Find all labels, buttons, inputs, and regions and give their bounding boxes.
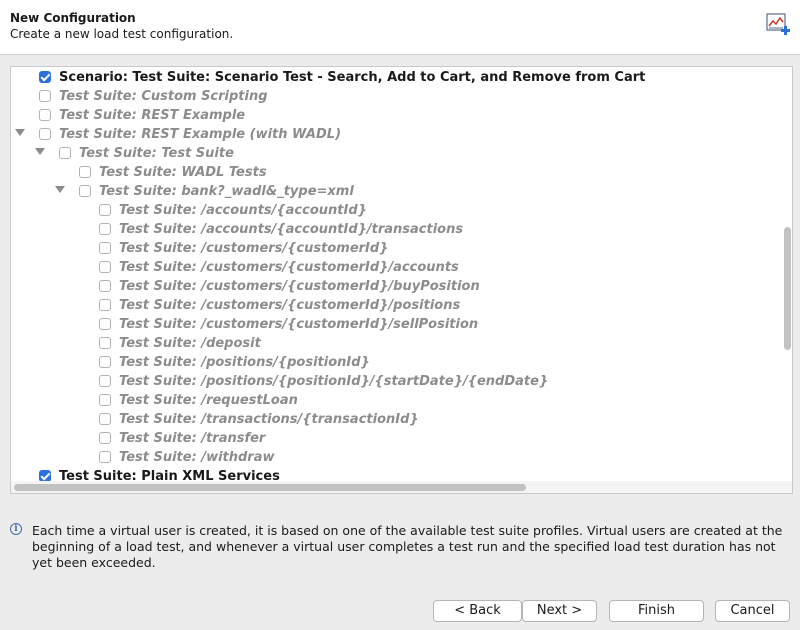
- tree-row[interactable]: Test Suite: /accounts/{accountId}: [11, 201, 783, 220]
- expand-triangle-icon[interactable]: [55, 186, 65, 193]
- tree-row[interactable]: Test Suite: WADL Tests: [11, 163, 783, 182]
- horizontal-scrollbar[interactable]: [14, 484, 526, 491]
- tree-row[interactable]: Test Suite: /positions/{positionId}: [11, 353, 783, 372]
- tree-row[interactable]: Test Suite: bank?_wadl&_type=xml: [11, 182, 783, 201]
- finish-button[interactable]: Finish: [609, 600, 704, 622]
- tree-checkbox[interactable]: [99, 375, 111, 387]
- tree-row[interactable]: Test Suite: Test Suite: [11, 144, 783, 163]
- tree-row-label: Scenario: Test Suite: Scenario Test - Se…: [59, 70, 646, 85]
- tree-checkbox[interactable]: [39, 90, 51, 102]
- tree-row[interactable]: Test Suite: REST Example: [11, 106, 783, 125]
- tree-checkbox[interactable]: [99, 204, 111, 216]
- tree-row-label: Test Suite: REST Example (with WADL): [59, 127, 342, 142]
- tree-row[interactable]: Test Suite: /customers/{customerId}/acco…: [11, 258, 783, 277]
- tree-row[interactable]: Test Suite: /transactions/{transactionId…: [11, 410, 783, 429]
- tree-checkbox[interactable]: [79, 185, 91, 197]
- tree-row-label: Test Suite: /deposit: [119, 336, 261, 351]
- tree-row[interactable]: Test Suite: /transfer: [11, 429, 783, 448]
- tree-rows: Scenario: Test Suite: Scenario Test - Se…: [11, 68, 783, 486]
- dialog-subtitle: Create a new load test configuration.: [10, 27, 234, 41]
- tree-row[interactable]: Test Suite: /requestLoan: [11, 391, 783, 410]
- tree-checkbox[interactable]: [99, 280, 111, 292]
- tree-row[interactable]: Test Suite: Custom Scripting: [11, 87, 783, 106]
- tree-checkbox[interactable]: [39, 128, 51, 140]
- tree-checkbox[interactable]: [99, 394, 111, 406]
- tree-row-label: Test Suite: /customers/{customerId}/sell…: [119, 317, 479, 332]
- tree-row-label: Test Suite: /transactions/{transactionId…: [119, 412, 419, 427]
- dialog-header: New Configuration Create a new load test…: [0, 0, 800, 55]
- tree-checkbox[interactable]: [99, 299, 111, 311]
- tree-row-label: Test Suite: /customers/{customerId}/buyP…: [119, 279, 480, 294]
- test-suite-tree[interactable]: Scenario: Test Suite: Scenario Test - Se…: [10, 66, 793, 494]
- tree-checkbox[interactable]: [59, 147, 71, 159]
- tree-row[interactable]: Test Suite: /customers/{customerId}/sell…: [11, 315, 783, 334]
- vertical-scrollbar[interactable]: [784, 227, 791, 350]
- tree-checkbox[interactable]: [99, 451, 111, 463]
- tree-row-label: Test Suite: /accounts/{accountId}: [119, 203, 367, 218]
- tree-row-label: Test Suite: WADL Tests: [99, 165, 267, 180]
- tree-checkbox[interactable]: [39, 71, 51, 83]
- tree-row[interactable]: Test Suite: /customers/{customerId}: [11, 239, 783, 258]
- tree-row-label: Test Suite: /positions/{positionId}/{sta…: [119, 374, 549, 389]
- tree-checkbox[interactable]: [99, 337, 111, 349]
- tree-checkbox[interactable]: [99, 356, 111, 368]
- tree-checkbox[interactable]: [79, 166, 91, 178]
- tree-row[interactable]: Test Suite: /deposit: [11, 334, 783, 353]
- dialog-title: New Configuration: [10, 11, 136, 25]
- tree-checkbox[interactable]: [39, 109, 51, 121]
- tree-row-label: Test Suite: /accounts/{accountId}/transa…: [119, 222, 464, 237]
- tree-checkbox[interactable]: [99, 432, 111, 444]
- tree-row-label: Test Suite: Custom Scripting: [59, 89, 268, 104]
- cancel-button[interactable]: Cancel: [715, 600, 790, 622]
- tree-checkbox[interactable]: [99, 413, 111, 425]
- tree-row-label: Test Suite: /customers/{customerId}/acco…: [119, 260, 459, 275]
- tree-row[interactable]: Test Suite: /positions/{positionId}/{sta…: [11, 372, 783, 391]
- tree-row[interactable]: Test Suite: /customers/{customerId}/posi…: [11, 296, 783, 315]
- expand-triangle-icon[interactable]: [35, 148, 45, 155]
- tree-row[interactable]: Test Suite: REST Example (with WADL): [11, 125, 783, 144]
- tree-row[interactable]: Scenario: Test Suite: Scenario Test - Se…: [11, 68, 783, 87]
- tree-row-label: Test Suite: /customers/{customerId}: [119, 241, 389, 256]
- tree-row[interactable]: Test Suite: /customers/{customerId}/buyP…: [11, 277, 783, 296]
- tree-row-label: Test Suite: bank?_wadl&_type=xml: [99, 184, 354, 199]
- tree-checkbox[interactable]: [99, 223, 111, 235]
- info-message: Each time a virtual user is created, it …: [32, 523, 783, 570]
- load-test-config-icon: [766, 13, 790, 35]
- tree-checkbox[interactable]: [99, 261, 111, 273]
- tree-row-label: Test Suite: /transfer: [119, 431, 266, 446]
- back-button[interactable]: < Back: [433, 600, 522, 622]
- tree-checkbox[interactable]: [99, 242, 111, 254]
- info-icon: i: [10, 523, 22, 535]
- horizontal-scrollbar-track[interactable]: [11, 481, 792, 493]
- next-button[interactable]: Next >: [522, 600, 597, 622]
- tree-row-label: Test Suite: Test Suite: [79, 146, 234, 161]
- tree-row-label: Test Suite: /requestLoan: [119, 393, 298, 408]
- tree-row-label: Test Suite: REST Example: [59, 108, 246, 123]
- tree-row-label: Test Suite: /positions/{positionId}: [119, 355, 370, 370]
- tree-row[interactable]: Test Suite: /withdraw: [11, 448, 783, 467]
- tree-checkbox[interactable]: [99, 318, 111, 330]
- tree-row-label: Test Suite: /customers/{customerId}/posi…: [119, 298, 461, 313]
- tree-row-label: Test Suite: /withdraw: [119, 450, 275, 465]
- tree-row[interactable]: Test Suite: /accounts/{accountId}/transa…: [11, 220, 783, 239]
- expand-triangle-icon[interactable]: [15, 129, 25, 136]
